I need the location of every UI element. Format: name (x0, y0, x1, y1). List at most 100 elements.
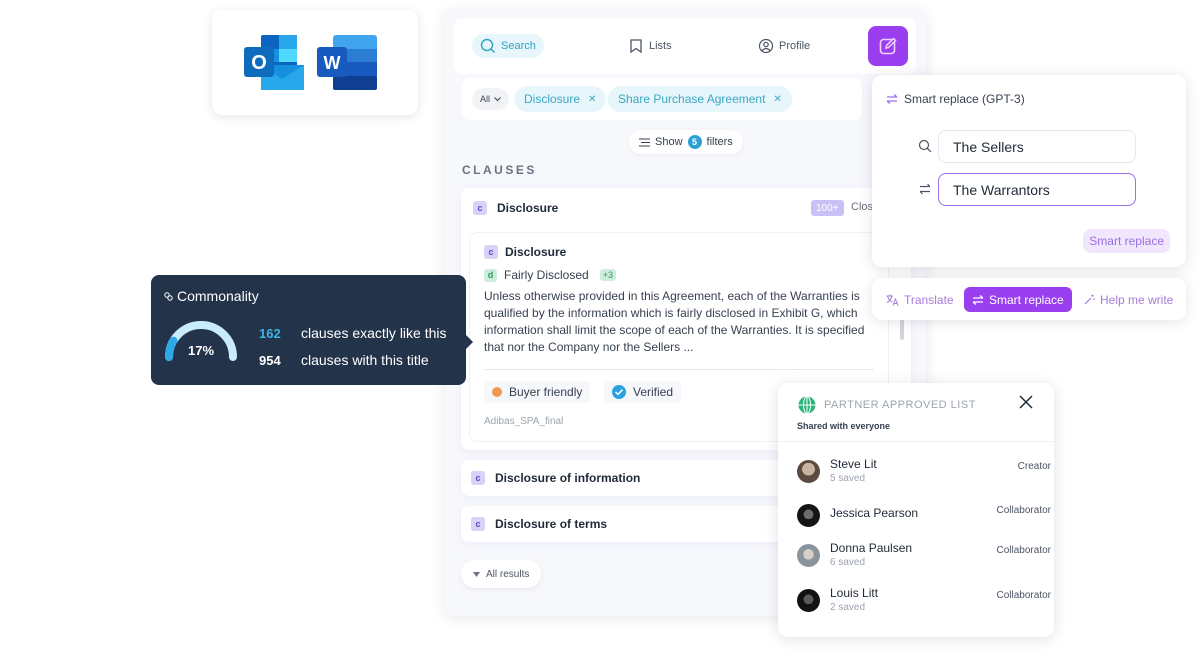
scope-select[interactable]: All (472, 88, 510, 110)
swap-icon (972, 294, 984, 305)
swap-icon (886, 94, 898, 104)
clause-type-badge: c (484, 245, 498, 259)
clause-card-title: Disclosure (505, 245, 567, 259)
clause-group-title: Disclosure (497, 201, 559, 215)
member-row[interactable]: Steve Lit 5 saved Creator (797, 457, 1051, 489)
buyer-friendly-pill: Buyer friendly (484, 381, 591, 403)
tab-profile[interactable]: Profile (750, 34, 818, 58)
avatar (797, 589, 820, 612)
smart-replace-button[interactable]: Smart replace (964, 287, 1072, 312)
pill-label: Verified (633, 385, 674, 399)
globe-icon (798, 396, 816, 414)
member-row[interactable]: Louis Litt 2 saved Collaborator (797, 586, 1051, 618)
chip-label: Disclosure (524, 92, 581, 106)
help-me-write-button[interactable]: Help me write (1076, 287, 1181, 312)
clause-row-title: Disclosure of terms (495, 517, 608, 531)
close-icon[interactable]: ✕ (588, 94, 596, 105)
tab-lists-label: Lists (649, 40, 672, 52)
translate-icon (886, 294, 899, 306)
find-input[interactable] (938, 130, 1136, 163)
nav-bar: Search Lists Profile (454, 18, 916, 74)
link-icon (164, 291, 173, 301)
filter-lines-icon (639, 138, 650, 146)
member-row[interactable]: Donna Paulsen 6 saved Collaborator (797, 541, 1051, 573)
tab-search[interactable]: Search (472, 34, 544, 58)
chip-label: Share Purchase Agreement (618, 92, 766, 106)
tab-profile-label: Profile (779, 40, 811, 52)
partner-list-title: PARTNER APPROVED LIST (824, 399, 976, 411)
ai-toolbar: Translate Smart replace Help me write (872, 278, 1186, 320)
tab-search-label: Search (501, 40, 536, 52)
verified-pill: Verified (604, 381, 682, 403)
edit-button[interactable] (868, 26, 908, 66)
filter-bar: All Disclosure ✕ Share Purchase Agreemen… (462, 78, 862, 120)
translate-button[interactable]: Translate (878, 287, 962, 312)
show-filters-button[interactable]: Show 5 filters (629, 130, 743, 154)
member-saved-count: 2 saved (830, 602, 866, 613)
tab-lists[interactable]: Lists (620, 34, 680, 58)
profile-icon (758, 38, 774, 54)
bookmark-icon (630, 39, 642, 54)
partner-list-title-row: PARTNER APPROVED LIST (798, 396, 976, 414)
stat-exact-matches: 162 clauses exactly like this (259, 325, 447, 341)
chevron-down-icon (494, 96, 501, 101)
show-filters-prefix: Show (655, 136, 683, 148)
gauge-percent: 17% (187, 343, 215, 358)
smart-replace-title: Smart replace (GPT-3) (904, 92, 1025, 106)
edit-icon (879, 37, 897, 55)
clause-type-badge: c (473, 201, 487, 215)
clause-type-badge: c (471, 471, 485, 485)
tag-type-badge: d (484, 268, 497, 282)
clause-group-header[interactable]: c Disclosure (473, 201, 558, 215)
caret-down-icon (473, 571, 480, 577)
close-icon[interactable]: ✕ (773, 94, 781, 105)
avatar (797, 504, 820, 527)
member-row[interactable]: Jessica Pearson Collaborator (797, 501, 1051, 533)
show-filters-suffix: filters (706, 136, 733, 148)
all-results-label: All results (486, 568, 530, 580)
member-role: Creator (1017, 461, 1051, 472)
member-saved-count: 5 saved (830, 473, 866, 484)
commonality-tooltip: Commonality 17% 162 clauses exactly like… (151, 275, 473, 385)
filter-count-badge: 5 (687, 135, 702, 149)
filter-chip-spa[interactable]: Share Purchase Agreement ✕ (608, 86, 792, 112)
replace-input[interactable] (938, 173, 1136, 206)
scope-select-value: All (480, 94, 491, 104)
member-name: Jessica Pearson (830, 506, 919, 520)
smart-replace-title-row: Smart replace (GPT-3) (886, 92, 1025, 106)
avatar (797, 544, 820, 567)
pill-label: Buyer friendly (509, 385, 583, 399)
clause-text: Unless otherwise provided in this Agreem… (484, 289, 865, 354)
stat-title-matches: 954 clauses with this title (259, 352, 429, 368)
partner-list-panel: PARTNER APPROVED LIST Shared with everyo… (778, 383, 1054, 637)
stat-label: clauses with this title (301, 352, 429, 368)
magic-wand-icon (1084, 294, 1095, 305)
clause-tag-row: d Fairly Disclosed +3 (484, 268, 616, 282)
clause-row-title: Disclosure of information (495, 471, 641, 485)
member-name: Steve Lit (830, 457, 877, 471)
more-tags-badge[interactable]: +3 (599, 269, 616, 281)
stat-label: clauses exactly like this (301, 325, 447, 341)
member-role: Collaborator (996, 505, 1051, 516)
result-count-badge: 100+ (811, 200, 844, 216)
stat-value: 162 (259, 325, 281, 341)
section-label: CLAUSES (462, 163, 537, 177)
avatar (797, 460, 820, 483)
smile-icon (492, 387, 502, 397)
clause-type-badge: c (471, 517, 485, 531)
smart-replace-submit-button[interactable]: Smart replace (1083, 229, 1170, 253)
close-icon[interactable] (1018, 394, 1034, 410)
member-role: Collaborator (996, 590, 1051, 601)
stat-value: 954 (259, 352, 281, 368)
filter-chip-disclosure[interactable]: Disclosure ✕ (514, 86, 607, 112)
help-me-write-label: Help me write (1100, 292, 1174, 307)
close-group-button[interactable]: Clos (851, 201, 873, 213)
all-results-button[interactable]: All results (461, 560, 542, 588)
member-role: Collaborator (996, 545, 1051, 556)
source-file[interactable]: Adibas_SPA_final (484, 416, 563, 427)
word-icon[interactable]: W (317, 35, 377, 90)
svg-text:O: O (251, 52, 267, 74)
outlook-icon[interactable]: O (244, 35, 304, 90)
partner-list-subtitle: Shared with everyone (797, 421, 891, 431)
clause-card-title-row: c Disclosure (484, 245, 566, 259)
